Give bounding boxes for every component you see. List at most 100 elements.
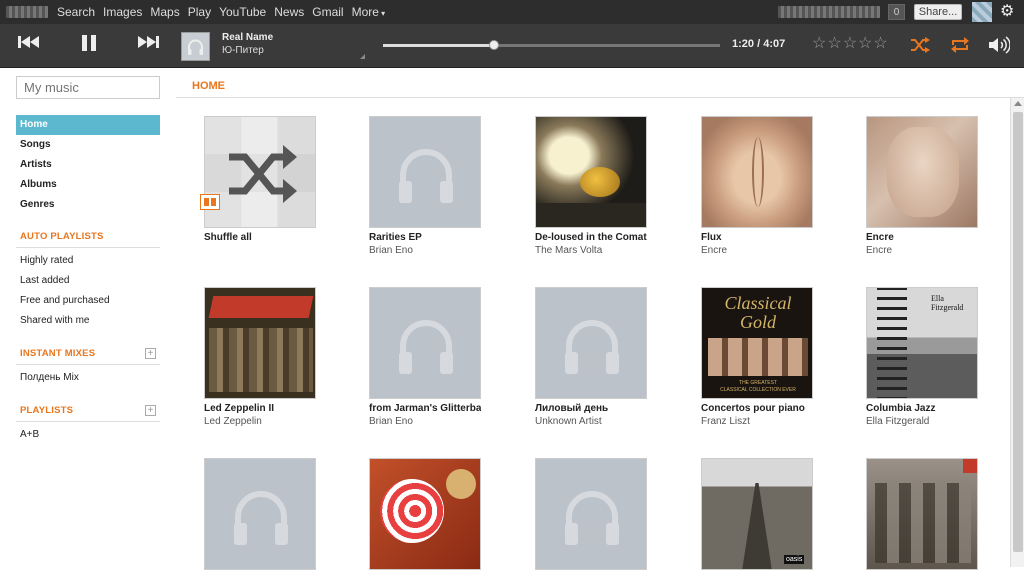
album-tile[interactable]: Rarities EP Brian Eno <box>369 116 481 256</box>
add-playlist-button[interactable]: + <box>145 405 156 416</box>
album-art[interactable] <box>701 116 813 228</box>
album-art[interactable] <box>535 458 647 570</box>
repeat-icon[interactable] <box>950 36 970 59</box>
album-art[interactable] <box>369 458 481 570</box>
nav-youtube[interactable]: YouTube <box>219 5 266 19</box>
now-playing-title[interactable]: Real Name <box>222 32 273 43</box>
album-title[interactable]: De-loused in the Comatorium <box>535 232 647 243</box>
sidebar-item-artists[interactable]: Artists <box>16 155 160 175</box>
album-artist[interactable]: The Mars Volta <box>535 245 647 256</box>
expand-corner-icon[interactable] <box>360 54 365 59</box>
pause-icon[interactable] <box>80 34 98 52</box>
sidebar-item-shared[interactable]: Shared with me <box>16 311 160 331</box>
album-tile[interactable]: from Jarman's Glitterball Brian Eno <box>369 287 481 427</box>
share-button[interactable]: Share... <box>914 4 962 20</box>
scrollbar-thumb[interactable] <box>1013 112 1023 552</box>
album-art[interactable] <box>866 116 978 228</box>
album-artist[interactable]: Brian Eno <box>369 416 481 427</box>
album-art[interactable]: Ella Fitzgerald <box>866 287 978 399</box>
nav-search[interactable]: Search <box>57 5 95 19</box>
star-icon[interactable]: ☆ <box>812 35 826 53</box>
album-tile[interactable] <box>204 458 316 576</box>
sidebar-item-songs[interactable]: Songs <box>16 135 160 155</box>
album-art[interactable]: oasis <box>701 458 813 570</box>
album-artist[interactable]: Led Zeppelin <box>204 416 316 427</box>
avatar[interactable] <box>972 2 992 22</box>
sidebar-item-last-added[interactable]: Last added <box>16 271 160 291</box>
album-tile[interactable] <box>866 458 978 576</box>
album-art[interactable] <box>866 458 978 570</box>
notification-count[interactable]: 0 <box>888 4 905 20</box>
sidebar-item-playlist[interactable]: A+B <box>16 425 160 445</box>
nav-maps[interactable]: Maps <box>150 5 179 19</box>
album-artist[interactable]: Franz Liszt <box>701 416 813 427</box>
shuffle-icon[interactable] <box>910 37 930 58</box>
album-tile[interactable]: oasis <box>701 458 813 576</box>
volume-icon[interactable] <box>988 36 1011 59</box>
album-title[interactable]: Led Zeppelin II <box>204 403 316 414</box>
album-tile[interactable]: De-loused in the Comatorium The Mars Volt… <box>535 116 647 256</box>
scrollbar[interactable] <box>1010 98 1024 567</box>
sidebar-item-genres[interactable]: Genres <box>16 195 160 215</box>
album-art[interactable] <box>369 287 481 399</box>
album-tile[interactable]: Ella Fitzgerald Columbia Jazz Ella Fitzgera… <box>866 287 978 427</box>
progress-knob[interactable] <box>489 40 500 50</box>
album-tile[interactable]: Flux Encre <box>701 116 813 256</box>
album-art[interactable] <box>535 287 647 399</box>
nav-news[interactable]: News <box>274 5 304 19</box>
add-instant-mix-button[interactable]: + <box>145 348 156 359</box>
album-art[interactable] <box>535 116 647 228</box>
nav-images[interactable]: Images <box>103 5 142 19</box>
now-playing-album-art[interactable] <box>181 32 210 61</box>
headphones-icon <box>565 491 619 545</box>
shuffle-all-art[interactable] <box>204 116 316 228</box>
album-title[interactable]: Columbia Jazz <box>866 403 978 414</box>
album-art[interactable] <box>369 116 481 228</box>
nav-play[interactable]: Play <box>188 5 211 19</box>
nav-more[interactable]: More <box>352 5 386 19</box>
album-tile[interactable]: Encre Encre <box>866 116 978 256</box>
album-artist[interactable]: Ella Fitzgerald <box>866 416 978 427</box>
album-art-caption: THE GREATEST CLASSICAL COLLECTION EVER <box>720 380 796 393</box>
album-title[interactable]: Rarities EP <box>369 232 481 243</box>
album-tile[interactable]: Classical Gold THE GREATEST CLASSICAL COLLE… <box>701 287 813 427</box>
album-artist[interactable]: Encre <box>866 245 978 256</box>
album-title[interactable]: Encre <box>866 232 978 243</box>
queue-icon[interactable] <box>200 194 220 210</box>
previous-track-icon[interactable] <box>18 34 40 50</box>
scroll-up-arrow-icon[interactable] <box>1014 101 1022 106</box>
headphones-icon <box>234 491 288 545</box>
album-artist[interactable]: Encre <box>701 245 813 256</box>
sidebar-item-free-purchased[interactable]: Free and purchased <box>16 291 160 311</box>
sidebar-item-home[interactable]: Home <box>16 115 160 135</box>
album-title[interactable]: Flux <box>701 232 813 243</box>
album-art[interactable] <box>204 458 316 570</box>
album-art[interactable] <box>204 287 316 399</box>
album-title[interactable]: from Jarman's Glitterball <box>369 403 481 414</box>
now-playing-artist[interactable]: Ю-Питер <box>222 45 264 56</box>
album-title[interactable]: Concertos pour piano <box>701 403 813 414</box>
album-art[interactable]: Classical Gold THE GREATEST CLASSICAL COLLE… <box>701 287 813 399</box>
sidebar-item-instant-mix[interactable]: Полдень Mix <box>16 368 160 388</box>
album-tile[interactable]: Лиловый день Unknown Artist <box>535 287 647 427</box>
search-input[interactable] <box>16 76 160 99</box>
album-title[interactable]: Shuffle all <box>204 232 316 243</box>
next-track-icon[interactable] <box>137 34 159 50</box>
album-title[interactable]: Лиловый день <box>535 403 647 414</box>
star-icon[interactable]: ☆ <box>827 35 841 53</box>
star-icon[interactable]: ☆ <box>873 35 887 53</box>
album-tile[interactable]: Shuffle all <box>200 116 316 245</box>
star-icon[interactable]: ☆ <box>858 35 872 53</box>
album-artist[interactable]: Unknown Artist <box>535 416 647 427</box>
album-artist[interactable]: Brian Eno <box>369 245 481 256</box>
sidebar-item-albums[interactable]: Albums <box>16 175 160 195</box>
album-tile[interactable] <box>535 458 647 576</box>
sidebar-item-highly-rated[interactable]: Highly rated <box>16 251 160 271</box>
gear-icon[interactable]: ⚙ <box>1000 3 1014 21</box>
album-tile[interactable]: Led Zeppelin II Led Zeppelin <box>204 287 316 427</box>
album-tile[interactable] <box>369 458 481 576</box>
rating-stars[interactable]: ☆ ☆ ☆ ☆ ☆ <box>812 35 888 53</box>
progress-bar[interactable] <box>383 40 720 50</box>
nav-gmail[interactable]: Gmail <box>312 5 343 19</box>
star-icon[interactable]: ☆ <box>843 35 857 53</box>
